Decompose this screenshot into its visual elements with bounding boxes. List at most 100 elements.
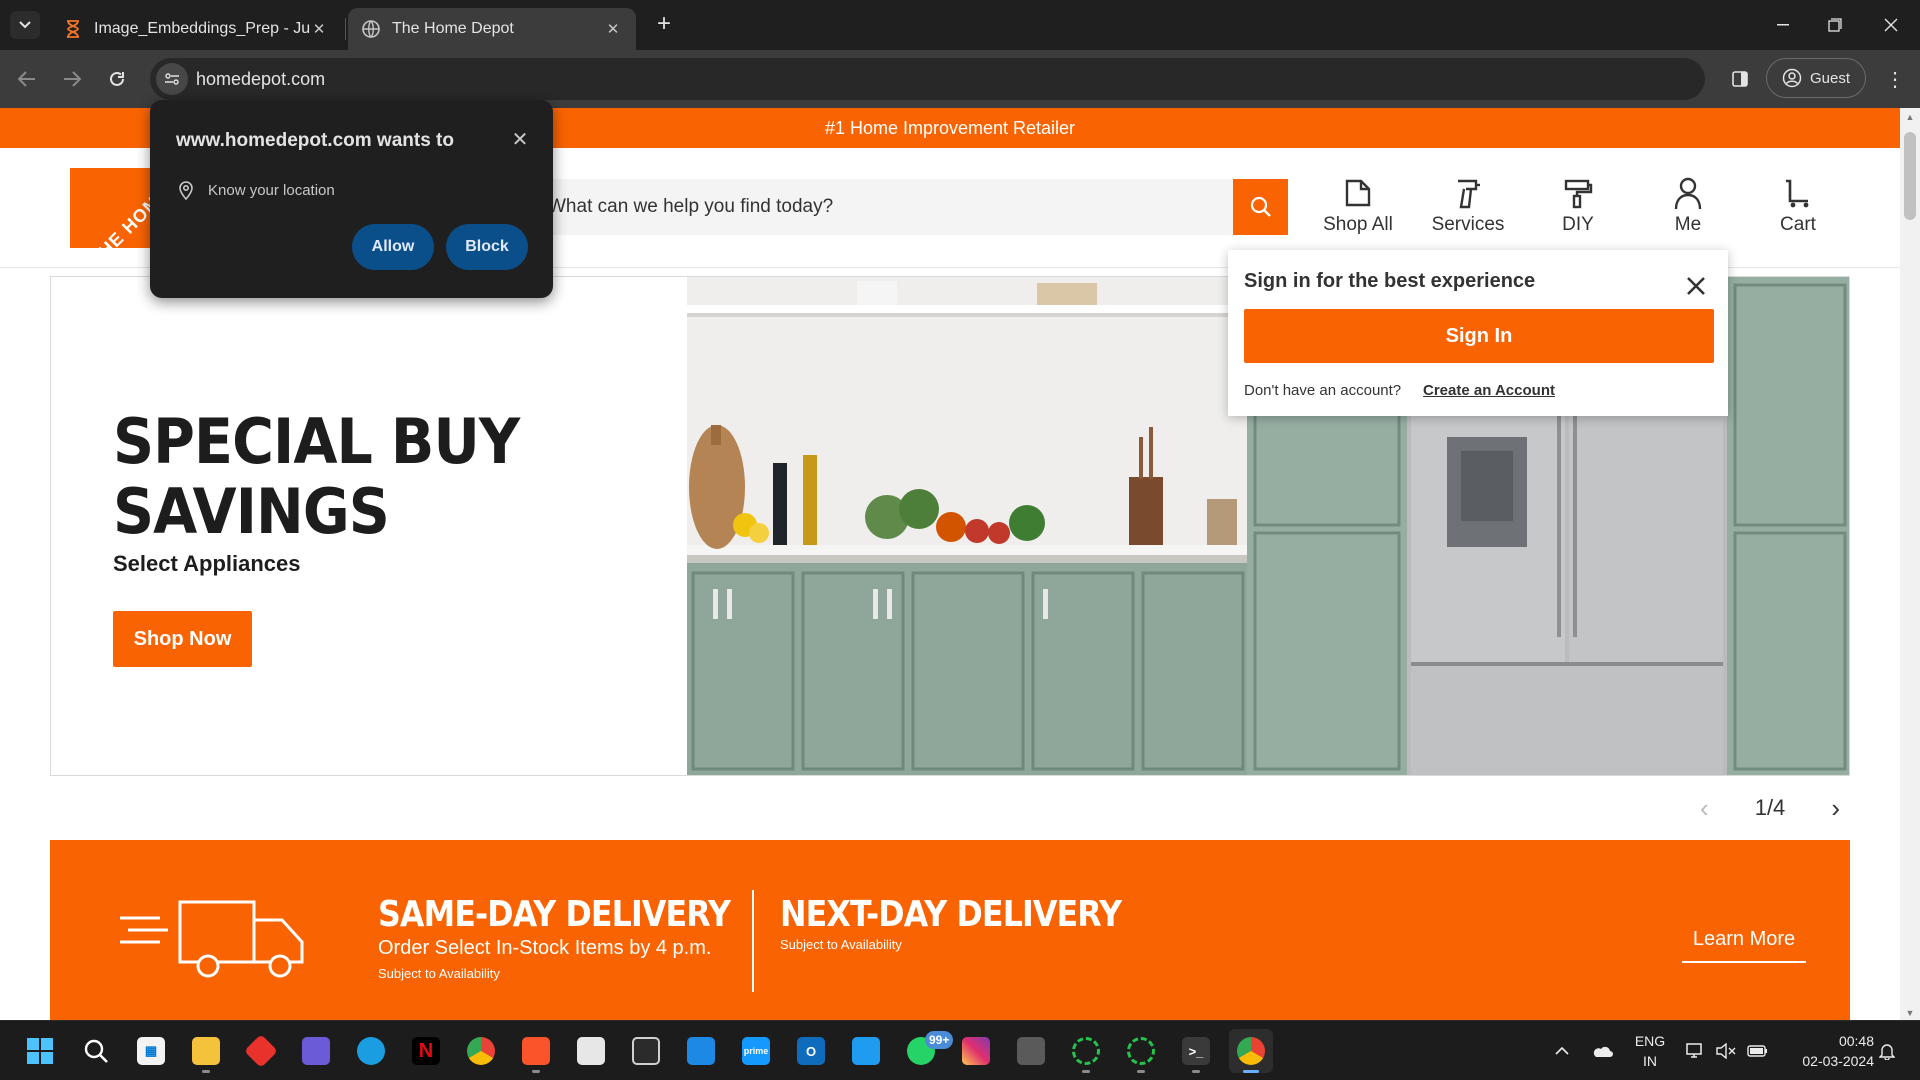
shop-now-button[interactable]: Shop Now: [113, 611, 252, 667]
taskbar-terminal[interactable]: [624, 1029, 668, 1073]
site-info-icon[interactable]: [156, 63, 188, 95]
blue-app-icon: [687, 1037, 715, 1065]
nav-services[interactable]: Services: [1418, 174, 1518, 244]
logo-text: THE HOME DEPOT: [86, 168, 150, 248]
restore-icon[interactable]: [1806, 0, 1864, 50]
taskbar-chrome-active[interactable]: [1229, 1029, 1273, 1073]
search-input[interactable]: [548, 179, 1208, 235]
search-taskbar-button[interactable]: [74, 1029, 118, 1073]
nav-label: DIY: [1562, 214, 1594, 235]
chrome-icon: [1237, 1037, 1265, 1065]
home-depot-logo[interactable]: THE HOME DEPOT: [70, 168, 150, 248]
tab-title: The Home Depot: [392, 20, 514, 37]
taskbar-image-editor[interactable]: [569, 1029, 613, 1073]
location-pin-icon: [179, 181, 193, 200]
sign-in-button[interactable]: Sign In: [1244, 309, 1714, 363]
taskbar-instagram[interactable]: [954, 1029, 998, 1073]
minimize-icon[interactable]: [1754, 0, 1812, 50]
show-hidden-icons[interactable]: [1550, 1021, 1574, 1080]
signin-title: Sign in for the best experience: [1244, 270, 1536, 292]
running-indicator: [1137, 1070, 1145, 1073]
delivery-banner[interactable]: SAME-DAY DELIVERY Order Select In-Stock …: [50, 840, 1850, 1020]
start-button[interactable]: [18, 1029, 62, 1073]
network-icon[interactable]: [1684, 1021, 1708, 1080]
red-diamond-icon: [244, 1034, 278, 1068]
hero-title-line2: SAVINGS: [113, 475, 390, 548]
tab-jupyter[interactable]: Image_Embeddings_Prep - Jupyter ✕: [50, 8, 342, 50]
nav-shop-all[interactable]: Shop All: [1308, 174, 1408, 244]
tab-separator: [345, 18, 346, 40]
tab-close-icon[interactable]: ✕: [310, 20, 328, 38]
system-clock[interactable]: 00:48 02-03-2024: [1784, 1031, 1874, 1071]
scroll-down-icon[interactable]: ▼: [1904, 1008, 1916, 1018]
hero-subtitle: Select Appliances: [113, 551, 301, 576]
onedrive-icon[interactable]: [1588, 1021, 1616, 1080]
taskbar-terminal-2[interactable]: >_: [1174, 1029, 1218, 1073]
battery-icon[interactable]: [1744, 1021, 1772, 1080]
active-indicator: [1243, 1070, 1259, 1073]
side-panel-icon[interactable]: [1725, 64, 1755, 94]
signin-flyout: Sign in for the best experience Sign In …: [1228, 250, 1728, 416]
url-text[interactable]: homedepot.com: [196, 69, 325, 90]
back-icon[interactable]: [12, 64, 42, 94]
tab-search-button[interactable]: [10, 11, 40, 39]
taskbar-loader-2[interactable]: [1119, 1029, 1163, 1073]
scrollbar-thumb[interactable]: [1904, 132, 1916, 220]
chevron-up-icon: [1555, 1047, 1569, 1055]
new-tab-button[interactable]: +: [650, 10, 678, 38]
taskbar-copilot[interactable]: [294, 1029, 338, 1073]
profile-button[interactable]: Guest: [1766, 58, 1866, 98]
carousel-next-icon[interactable]: ›: [1831, 793, 1840, 824]
address-bar[interactable]: homedepot.com: [150, 58, 1705, 100]
nav-diy[interactable]: DIY: [1528, 174, 1628, 244]
taskbar-app-red[interactable]: [239, 1029, 283, 1073]
tab-home-depot[interactable]: The Home Depot ✕: [348, 8, 636, 50]
nav-me[interactable]: Me: [1638, 174, 1738, 244]
hourglass-icon: [64, 20, 82, 38]
close-window-icon[interactable]: [1862, 0, 1920, 50]
more-menu-icon[interactable]: ⋮: [1880, 64, 1910, 94]
taskbar-chrome[interactable]: [459, 1029, 503, 1073]
next-day-title: NEXT-DAY DELIVERY: [780, 894, 1122, 935]
taskbar-file-explorer[interactable]: [184, 1029, 228, 1073]
taskbar-brave[interactable]: [514, 1029, 558, 1073]
user-icon: [1668, 174, 1708, 212]
shop-all-icon: [1338, 174, 1378, 212]
language-indicator[interactable]: ENG IN: [1630, 1031, 1670, 1071]
scroll-up-icon[interactable]: ▲: [1904, 112, 1916, 122]
volume-muted-icon[interactable]: [1714, 1021, 1738, 1080]
taskbar-app-blue[interactable]: [679, 1029, 723, 1073]
reload-icon[interactable]: [102, 64, 132, 94]
create-account-link[interactable]: Create an Account: [1423, 382, 1555, 399]
taskbar-prime-video[interactable]: prime: [734, 1029, 778, 1073]
forward-icon[interactable]: [57, 64, 87, 94]
cart-icon: [1778, 174, 1818, 212]
nav-cart[interactable]: Cart: [1748, 174, 1848, 244]
store-icon: ▦: [137, 1037, 165, 1065]
taskbar-window-manager[interactable]: [1009, 1029, 1053, 1073]
notifications-icon[interactable]: [1874, 1021, 1900, 1080]
same-day-title: SAME-DAY DELIVERY: [378, 894, 731, 935]
taskbar-vscode[interactable]: [844, 1029, 888, 1073]
taskbar-netflix[interactable]: N: [404, 1029, 448, 1073]
block-button[interactable]: Block: [446, 224, 528, 270]
taskbar-outlook[interactable]: O: [789, 1029, 833, 1073]
carousel-prev-icon[interactable]: ‹: [1700, 793, 1709, 824]
language-code: ENG: [1634, 1033, 1666, 1049]
tab-close-icon[interactable]: ✕: [604, 20, 622, 38]
running-indicator: [532, 1070, 540, 1073]
close-icon[interactable]: ✕: [506, 126, 534, 154]
running-indicator: [1192, 1070, 1200, 1073]
nav-label: Me: [1674, 214, 1702, 235]
allow-button[interactable]: Allow: [352, 224, 434, 270]
close-icon[interactable]: [1680, 270, 1712, 302]
search-button[interactable]: [1233, 179, 1288, 235]
page-scrollbar[interactable]: ▲ ▼: [1900, 108, 1920, 1020]
learn-more-link[interactable]: Learn More: [1682, 928, 1806, 963]
taskbar-whatsapp[interactable]: 99+: [899, 1029, 954, 1073]
taskbar-edge[interactable]: [349, 1029, 393, 1073]
taskbar-loader-1[interactable]: [1064, 1029, 1108, 1073]
loading-ring-icon: [1072, 1037, 1100, 1065]
taskbar-store[interactable]: ▦: [129, 1029, 173, 1073]
profile-icon: [1782, 68, 1802, 88]
